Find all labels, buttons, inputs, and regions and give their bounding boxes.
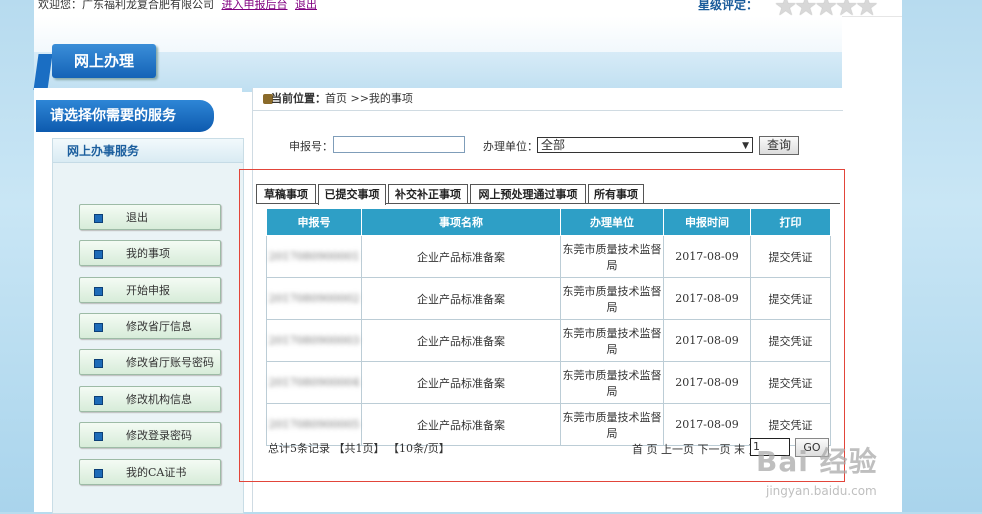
column-header: 申报时间 [663, 208, 751, 236]
column-header: 打印 [750, 208, 831, 236]
column-header: 事项名称 [361, 208, 561, 236]
bullet-icon [94, 469, 103, 478]
logout-link[interactable]: 退出 [295, 0, 317, 11]
date-cell: 2017-08-09 [663, 235, 751, 278]
breadcrumb-path[interactable]: 首页 >>我的事项 [325, 88, 413, 110]
rating-label: 星级评定： [698, 0, 759, 12]
welcome-label: 欢迎您：广东福利龙复合肥有限公司 [38, 0, 214, 11]
date-cell: 2017-08-09 [663, 361, 751, 404]
unit-cell: 东莞市质量技术监督局 [560, 361, 664, 404]
unit-select-value: 全部 [541, 138, 566, 152]
items-table: 申报号 事项名称 办理单位 申报时间 打印 2017080900001 企业产品… [266, 208, 831, 446]
sidebar-item-edit-province-password[interactable]: 修改省厅账号密码 [79, 349, 221, 375]
tab-submitted[interactable]: 已提交事项 [318, 184, 386, 205]
sidebar-title: 请选择你需要的服务 [36, 100, 214, 132]
unit-cell: 东莞市质量技术监督局 [560, 319, 664, 362]
sidebar-item-edit-login-password[interactable]: 修改登录密码 [79, 422, 221, 448]
sidebar-item-edit-province-info[interactable]: 修改省厅信息 [79, 313, 221, 339]
bullet-icon [94, 359, 103, 368]
sidebar-item-label: 我的事项 [126, 247, 170, 260]
unit-cell: 东莞市质量技术监督局 [560, 235, 664, 278]
watermark-logo: Bai 经验 jingyan.baidu.com [756, 440, 946, 510]
sidebar-item-label: 修改省厅账号密码 [126, 356, 214, 369]
sidebar-item-label: 修改省厅信息 [126, 320, 192, 333]
watermark-text: Bai 经验 [756, 445, 878, 478]
print-link[interactable]: 提交凭证 [750, 361, 831, 404]
welcome-text: 欢迎您：广东福利龙复合肥有限公司 进入申报后台 退出 [38, 0, 317, 12]
bullet-icon [94, 432, 103, 441]
tab-preprocessed[interactable]: 网上预处理通过事项 [470, 184, 586, 204]
table-row[interactable]: 2017080900002 企业产品标准备案 东莞市质量技术监督局 2017-0… [266, 277, 831, 320]
item-name-cell: 企业产品标准备案 [361, 319, 561, 362]
report-no-text: 2017080900001 [268, 250, 360, 263]
print-link[interactable]: 提交凭证 [750, 319, 831, 362]
banner: 网上办理 [33, 16, 842, 92]
sidebar-item-ca-cert[interactable]: 我的CA证书 [79, 459, 221, 485]
breadcrumb-label: 当前位置： [271, 92, 326, 105]
print-link[interactable]: 提交凭证 [750, 277, 831, 320]
breadcrumb: 当前位置： 首页 >>我的事项 [253, 88, 843, 111]
column-header: 申报号 [266, 208, 362, 236]
bullet-icon [94, 214, 103, 223]
sidebar-item-label: 我的CA证书 [126, 466, 187, 479]
sidebar-item-start-apply[interactable]: 开始申报 [79, 277, 221, 303]
item-name-cell: 企业产品标准备案 [361, 235, 561, 278]
report-no-text: 2017080900004 [268, 376, 360, 389]
record-summary: 总计5条记录 【共1页】 【10条/页】 [268, 442, 450, 455]
column-header: 办理单位 [560, 208, 664, 236]
unit-label: 办理单位： [483, 140, 538, 153]
tab-supplement[interactable]: 补交补正事项 [388, 184, 468, 204]
sidebar-item-label: 开始申报 [126, 284, 170, 297]
report-no-text: 2017080900005 [268, 418, 360, 431]
sidebar-item-logout[interactable]: 退出 [79, 204, 221, 230]
table-row[interactable]: 2017080900001 企业产品标准备案 东莞市质量技术监督局 2017-0… [266, 235, 831, 278]
backend-link[interactable]: 进入申报后台 [222, 0, 288, 11]
table-row[interactable]: 2017080900003 企业产品标准备案 东莞市质量技术监督局 2017-0… [266, 319, 831, 362]
date-cell: 2017-08-09 [663, 319, 751, 362]
bullet-icon [94, 323, 103, 332]
report-no-text: 2017080900003 [268, 334, 360, 347]
tab-draft[interactable]: 草稿事项 [256, 184, 316, 204]
unit-cell: 东莞市质量技术监督局 [560, 277, 664, 320]
report-no-input[interactable] [333, 136, 465, 153]
sidebar-item-label: 修改机构信息 [126, 393, 192, 406]
unit-cell: 东莞市质量技术监督局 [560, 403, 664, 446]
watermark-url: jingyan.baidu.com [766, 484, 877, 498]
report-no-text: 2017080900002 [268, 292, 360, 305]
report-no-cell: 2017080900002 [266, 277, 362, 320]
sidebar-panel-title: 网上办事服务 [53, 139, 243, 163]
report-no-label: 申报号： [289, 140, 333, 153]
report-no-cell: 2017080900001 [266, 235, 362, 278]
sidebar-item-label: 退出 [126, 211, 148, 224]
print-link[interactable]: 提交凭证 [750, 235, 831, 278]
sidebar-panel: 网上办事服务 退出 我的事项 开始申报 修改省厅信息 修改省厅账号密码 修改机构… [52, 138, 244, 514]
date-cell: 2017-08-09 [663, 403, 751, 446]
table-row[interactable]: 2017080900004 企业产品标准备案 东莞市质量技术监督局 2017-0… [266, 361, 831, 404]
bullet-icon [94, 396, 103, 405]
table-header-row: 申报号 事项名称 办理单位 申报时间 打印 [266, 208, 831, 236]
sidebar-item-my-items[interactable]: 我的事项 [79, 240, 221, 266]
report-no-cell: 2017080900004 [266, 361, 362, 404]
bullet-icon [94, 250, 103, 259]
report-no-cell: 2017080900003 [266, 319, 362, 362]
tab-all[interactable]: 所有事项 [588, 184, 644, 204]
query-button[interactable]: 查询 [759, 136, 799, 155]
sidebar-item-label: 修改登录密码 [126, 429, 192, 442]
top-bar: 欢迎您：广东福利龙复合肥有限公司 进入申报后台 退出 星级评定： ★★★★★ [34, 0, 902, 22]
date-cell: 2017-08-09 [663, 277, 751, 320]
banner-title: 网上办理 [52, 44, 156, 78]
item-name-cell: 企业产品标准备案 [361, 277, 561, 320]
chevron-down-icon: ▼ [742, 141, 749, 151]
sidebar-item-edit-org-info[interactable]: 修改机构信息 [79, 386, 221, 412]
unit-select[interactable]: 全部 ▼ [537, 137, 753, 153]
bullet-icon [94, 287, 103, 296]
item-name-cell: 企业产品标准备案 [361, 361, 561, 404]
pager-links[interactable]: 首 页 上一页 下一页 末 页 [632, 441, 759, 457]
